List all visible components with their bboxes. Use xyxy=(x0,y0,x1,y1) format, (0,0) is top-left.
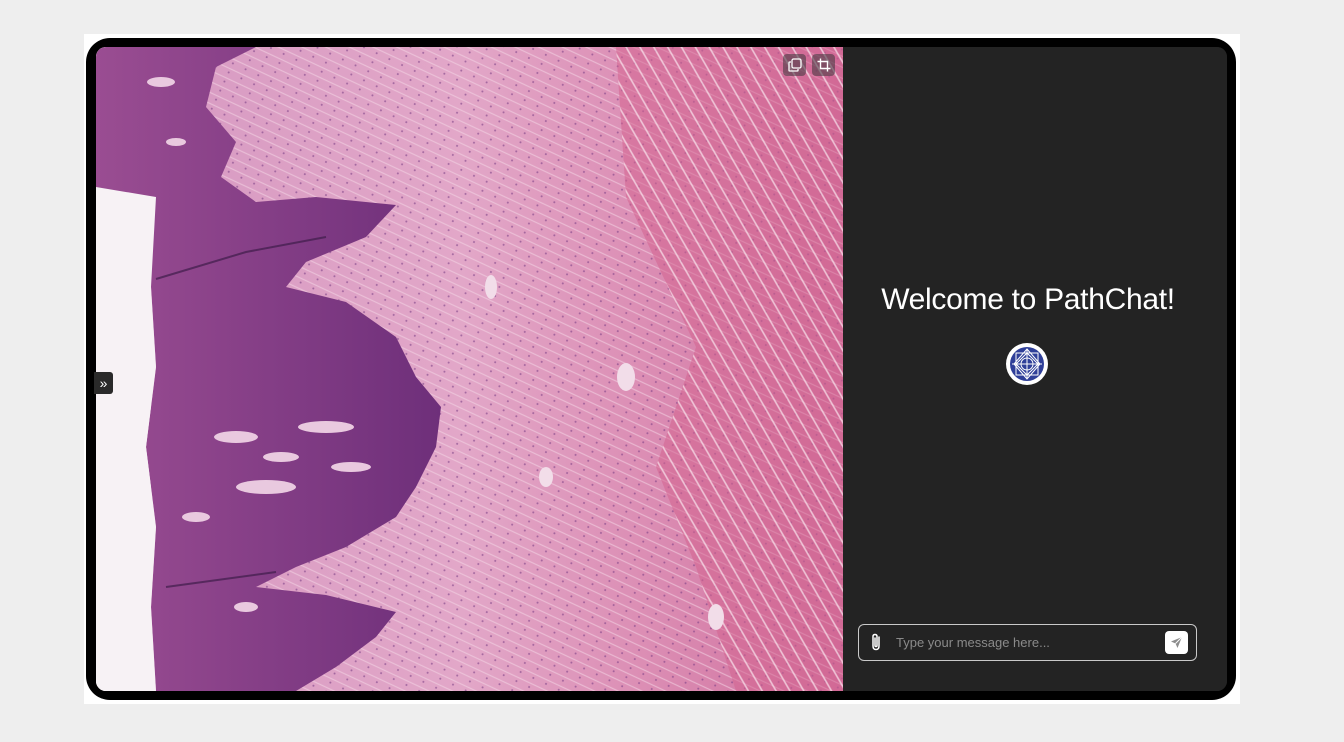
message-input[interactable] xyxy=(896,631,1156,653)
chat-panel: Welcome to PathChat! xyxy=(843,47,1227,691)
copy-icon xyxy=(787,58,802,72)
welcome-heading: Welcome to PathChat! xyxy=(881,283,1175,316)
send-button[interactable] xyxy=(1165,631,1188,654)
crop-icon xyxy=(817,58,830,72)
crop-button[interactable] xyxy=(812,54,835,76)
paperclip-icon[interactable] xyxy=(870,633,882,656)
histology-slide-image xyxy=(96,47,843,691)
slide-viewer[interactable] xyxy=(96,47,843,691)
pathchat-logo-icon xyxy=(1006,343,1048,385)
message-composer xyxy=(858,624,1197,661)
sidebar-toggle-button[interactable]: » xyxy=(94,372,113,394)
copy-button[interactable] xyxy=(783,54,806,76)
send-icon xyxy=(1171,636,1183,648)
app-screen: Welcome to PathChat! xyxy=(96,47,1227,691)
